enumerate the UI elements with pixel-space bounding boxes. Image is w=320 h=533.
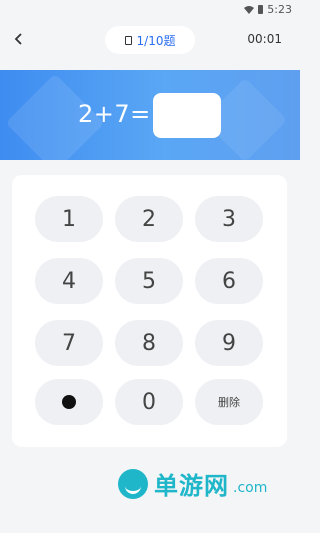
- key-3[interactable]: 3: [195, 196, 263, 242]
- header: 1/10题 00:01: [0, 20, 300, 60]
- key-7[interactable]: 7: [35, 320, 103, 366]
- answer-box[interactable]: [153, 93, 221, 138]
- timer: 00:01: [247, 32, 282, 46]
- key-6[interactable]: 6: [195, 258, 263, 304]
- status-bar: 5:23: [0, 0, 300, 18]
- delete-key[interactable]: 删除: [195, 379, 263, 425]
- equation-text: 2+7=: [78, 100, 151, 128]
- battery-icon: [258, 5, 264, 14]
- key-4[interactable]: 4: [35, 258, 103, 304]
- key-2[interactable]: 2: [115, 196, 183, 242]
- key-5[interactable]: 5: [115, 258, 183, 304]
- status-time: 5:23: [267, 3, 292, 16]
- watermark-domain: .com: [233, 479, 268, 496]
- key-0[interactable]: 0: [115, 379, 183, 425]
- back-button[interactable]: [9, 29, 29, 49]
- key-1[interactable]: 1: [35, 196, 103, 242]
- wifi-icon: [244, 5, 255, 14]
- keypad: 1 2 3 4 5 6 7 8 9 0 删除: [12, 175, 287, 447]
- chevron-left-icon: [14, 33, 22, 45]
- key-9[interactable]: 9: [195, 320, 263, 366]
- key-dot[interactable]: [35, 379, 103, 425]
- status-right: 5:23: [244, 3, 292, 16]
- watermark: 单游网 .com: [118, 466, 267, 501]
- key-8[interactable]: 8: [115, 320, 183, 366]
- watermark-brand: 单游网: [154, 472, 229, 500]
- progress-label: 1/10题: [136, 33, 176, 48]
- smile-logo-icon: [118, 468, 148, 499]
- document-icon: [124, 35, 132, 45]
- dot-icon: [62, 395, 76, 409]
- question-banner: 2+7=: [0, 70, 300, 160]
- question-progress: 1/10题: [105, 26, 195, 54]
